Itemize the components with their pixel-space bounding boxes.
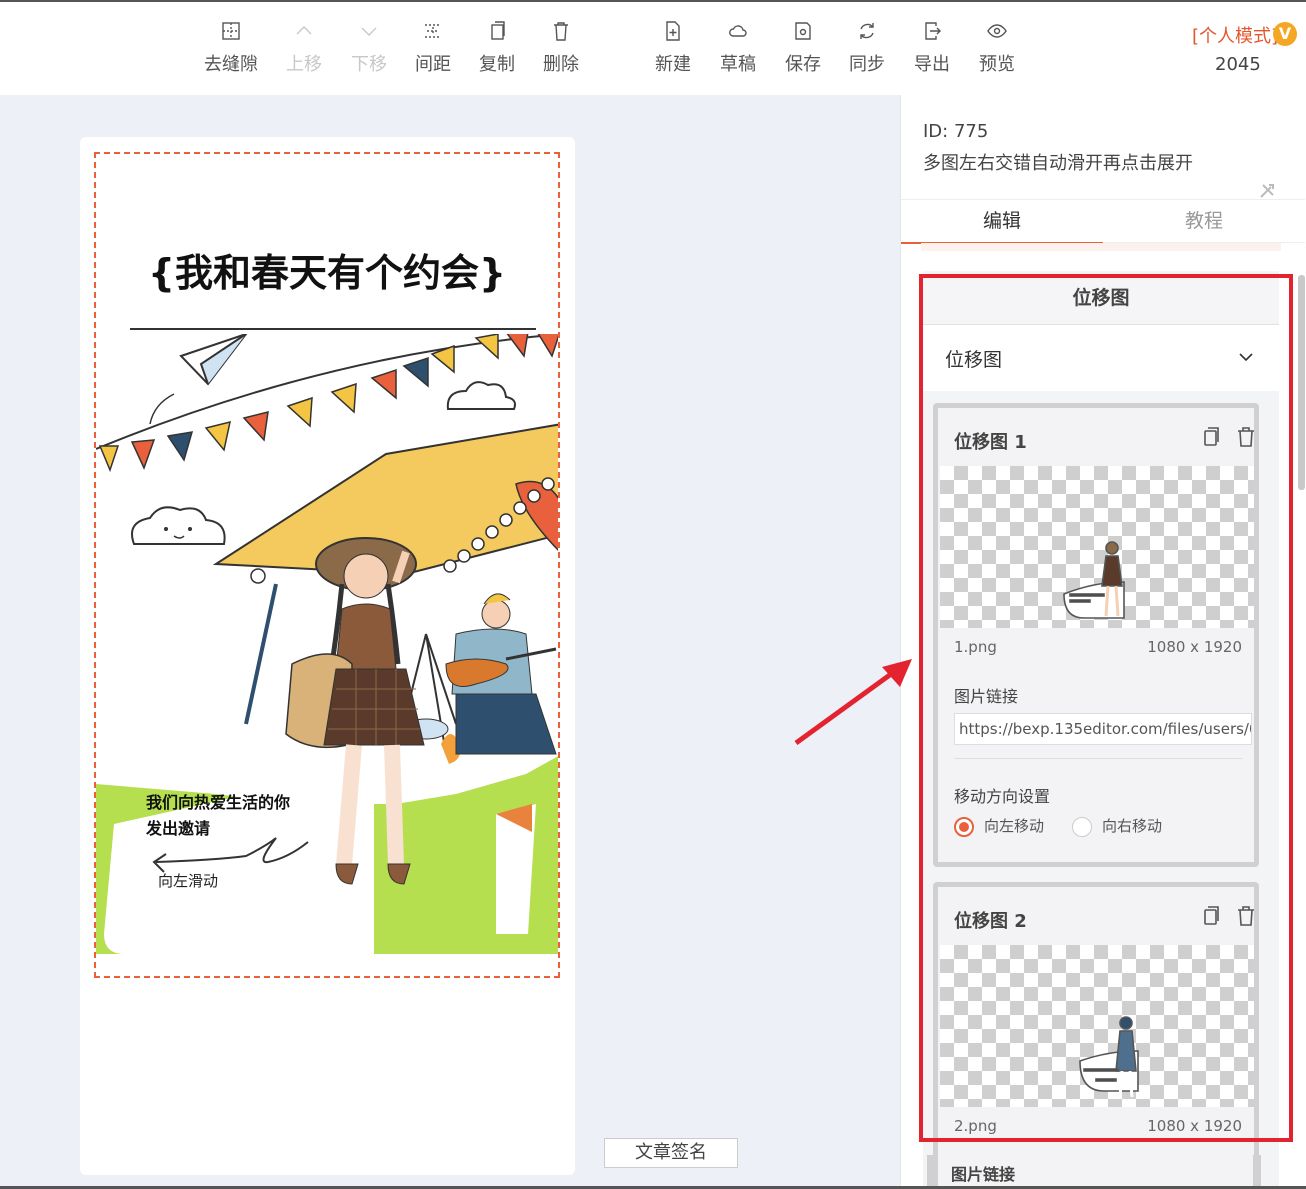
- radio-move-right[interactable]: 向右移动: [1072, 815, 1162, 837]
- card-border: [1253, 1155, 1261, 1189]
- personal-mode-link[interactable]: [个人模式]: [1192, 22, 1278, 48]
- draft-button[interactable]: 草稿: [706, 20, 770, 76]
- copy-icon: [486, 20, 508, 48]
- image-preview[interactable]: [940, 466, 1254, 628]
- sync-icon: [856, 20, 878, 48]
- section-title: 位移图: [923, 271, 1279, 325]
- template-id: ID: 775: [923, 121, 989, 142]
- eye-icon: [986, 20, 1008, 48]
- chevron-up-icon: [293, 20, 315, 48]
- new-button[interactable]: 新建: [641, 20, 705, 76]
- delete-button[interactable]: 删除: [529, 20, 593, 76]
- type-select[interactable]: 位移图: [923, 325, 1279, 391]
- sync-button[interactable]: 同步: [835, 20, 899, 76]
- save-button[interactable]: 保存: [771, 20, 835, 76]
- card-divider: [954, 758, 1242, 759]
- copy-icon[interactable]: [1202, 905, 1222, 927]
- article-signature-button[interactable]: 文章签名: [604, 1138, 738, 1168]
- poster-invite-text: 我们向热爱生活的你 发出邀请: [146, 793, 291, 838]
- direction-label: 移动方向设置: [954, 787, 1051, 806]
- poster-title: {我和春天有个约会}: [147, 251, 507, 295]
- image-link-label: 图片链接: [954, 687, 1019, 706]
- vip-badge-icon[interactable]: V: [1273, 22, 1297, 46]
- save-icon: [792, 20, 814, 48]
- trash-icon[interactable]: [1236, 426, 1254, 448]
- top-toolbar: 去缝隙 上移 下移 间距 复制 删除 新建 草稿 保存 同步 导出 预览 [个人…: [0, 0, 1306, 95]
- editor-canvas: {我和春天有个约会} 我们向热爱生活的你 发出邀请 向左滑动: [80, 137, 575, 1175]
- move-down-button[interactable]: 下移: [337, 20, 401, 76]
- copy-button[interactable]: 复制: [465, 20, 529, 76]
- panel-notice-strip: [921, 243, 1281, 251]
- spacing-icon: [422, 20, 444, 48]
- template-description: 多图左右交错自动滑开再点击展开: [923, 153, 1193, 174]
- file-name: 2.png: [954, 1117, 997, 1135]
- type-select-value: 位移图: [945, 349, 1003, 371]
- chevron-down-icon: [1239, 347, 1253, 366]
- tab-tutorial[interactable]: 教程: [1103, 200, 1305, 244]
- poster-artboard[interactable]: {我和春天有个约会} 我们向热爱生活的你 发出邀请 向左滑动: [94, 152, 560, 978]
- poster-divider: [130, 328, 536, 330]
- file-size: 1080 x 1920: [1147, 1117, 1242, 1135]
- radio-indicator: [954, 816, 974, 837]
- copy-icon[interactable]: [1202, 426, 1222, 448]
- spacing-button[interactable]: 间距: [401, 20, 465, 76]
- export-icon: [921, 20, 943, 48]
- poster-swipe-hint: 向左滑动: [158, 872, 219, 890]
- panel-scrollbar[interactable]: [1298, 275, 1305, 490]
- image-link-label: 图片链接: [951, 1165, 1016, 1184]
- grid-icon: [220, 20, 242, 48]
- thumbnail-image: [1063, 541, 1125, 619]
- file-name: 1.png: [954, 638, 997, 656]
- new-file-icon: [662, 20, 684, 48]
- tab-edit[interactable]: 编辑: [901, 200, 1103, 244]
- image-link-input[interactable]: https://bexp.135editor.com/files/users/0…: [954, 713, 1252, 745]
- thumbnail-image: [1079, 1016, 1139, 1098]
- card-border: [927, 1155, 935, 1189]
- radio-move-left[interactable]: 向左移动: [954, 815, 1044, 837]
- file-size: 1080 x 1920: [1147, 638, 1242, 656]
- annotation-arrow-icon: [794, 659, 912, 746]
- card-title: 位移图 1: [954, 432, 1027, 453]
- move-up-button[interactable]: 上移: [272, 20, 336, 76]
- trash-icon: [550, 20, 572, 48]
- displacement-image-section: 位移图 位移图 位移图 1 1.png 1080 x 1920 图片链接 htt…: [923, 271, 1279, 1189]
- chevron-down-icon: [358, 20, 380, 48]
- panel-tabs: 编辑 教程: [901, 199, 1305, 244]
- image-card-1: 位移图 1 1.png 1080 x 1920 图片链接 https://bex…: [933, 403, 1259, 867]
- properties-panel: ID: 775 多图左右交错自动滑开再点击展开 编辑 教程 位移图 位移图 位移…: [900, 95, 1306, 1189]
- trash-icon[interactable]: [1236, 905, 1254, 927]
- image-preview[interactable]: [940, 945, 1254, 1107]
- radio-indicator: [1072, 816, 1092, 837]
- export-button[interactable]: 导出: [900, 20, 964, 76]
- image-card-2: 位移图 2 2.png 1080 x 1920: [933, 882, 1259, 1189]
- cloud-icon: [727, 20, 749, 48]
- preview-button[interactable]: 预览: [965, 20, 1029, 76]
- card-title: 位移图 2: [954, 911, 1027, 932]
- remove-gap-button[interactable]: 去缝隙: [199, 20, 263, 76]
- credit-count: 2045: [1215, 54, 1261, 75]
